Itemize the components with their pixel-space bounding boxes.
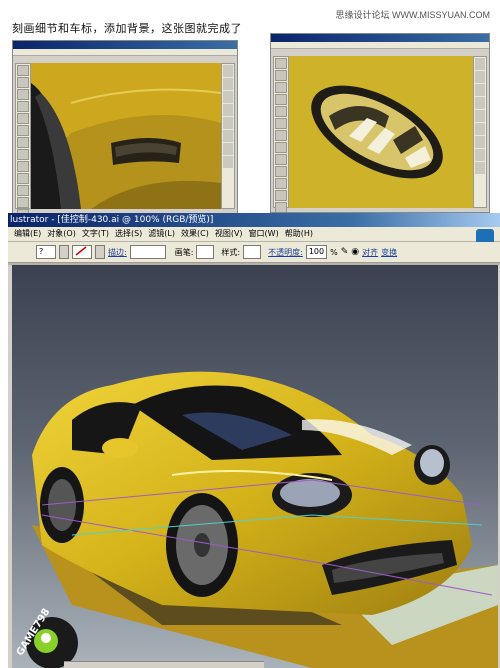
opacity-field[interactable]: 100 bbox=[305, 245, 328, 259]
menu-type[interactable]: 文字(T) bbox=[82, 227, 109, 241]
menu-view[interactable]: 视图(V) bbox=[215, 227, 243, 241]
artboard: GAME798 bbox=[12, 265, 498, 668]
tools-panel[interactable] bbox=[273, 56, 289, 212]
detail-screenshot-left bbox=[12, 40, 238, 214]
recolor-icon[interactable]: ✎ bbox=[341, 247, 349, 257]
watermark: 思缘设计论坛 WWW.MISSYUAN.COM bbox=[335, 10, 491, 20]
illustrator-window: lustrator - [佳控制-430.ai @ 100% (RGB/预览)]… bbox=[8, 213, 500, 668]
menu-edit[interactable]: 编辑(E) bbox=[14, 227, 41, 241]
tools-panel[interactable] bbox=[15, 63, 31, 213]
transform-link[interactable]: 变换 bbox=[381, 247, 397, 258]
fill-dropdown[interactable] bbox=[59, 245, 69, 259]
menu-filter[interactable]: 滤镜(L) bbox=[148, 227, 175, 241]
car-emblem-art bbox=[289, 56, 473, 208]
menu-window[interactable]: 窗口(W) bbox=[249, 227, 279, 241]
menu-effect[interactable]: 效果(C) bbox=[181, 227, 209, 241]
stroke-swatch[interactable] bbox=[72, 245, 92, 259]
title-bar bbox=[13, 41, 237, 49]
brush-label: 画笔: bbox=[174, 247, 194, 257]
taskbar bbox=[64, 661, 264, 668]
menu-object[interactable]: 对象(O) bbox=[47, 227, 76, 241]
artboard bbox=[289, 56, 473, 208]
menu-bar bbox=[13, 49, 237, 56]
style-label: 样式: bbox=[221, 247, 241, 257]
menu-bar: 编辑(E) 对象(O) 文字(T) 选择(S) 滤镜(L) 效果(C) 视图(V… bbox=[8, 227, 500, 242]
opacity-label[interactable]: 不透明度: bbox=[268, 247, 303, 258]
badge-screenshot-right bbox=[270, 33, 490, 213]
align-link[interactable]: 对齐 bbox=[362, 247, 378, 258]
menu-select[interactable]: 选择(S) bbox=[115, 227, 142, 241]
menu-bar bbox=[271, 42, 489, 49]
brush-field[interactable] bbox=[196, 245, 215, 259]
car-detail-art bbox=[31, 63, 221, 209]
menu-help[interactable]: 帮助(H) bbox=[285, 227, 313, 241]
stroke-dropdown[interactable] bbox=[95, 245, 105, 259]
side-panel[interactable] bbox=[473, 56, 487, 208]
window-title: lustrator - [佳控制-430.ai @ 100% (RGB/预览)] bbox=[8, 213, 500, 227]
control-bar: ? 描边: 画笔: 样式: 不透明度: 100 % ✎ ◉ 对齐 变换 bbox=[8, 242, 500, 263]
side-panel[interactable] bbox=[221, 63, 235, 209]
stroke-weight-field[interactable] bbox=[129, 245, 166, 259]
artboard bbox=[31, 63, 221, 209]
stroke-label[interactable]: 描边: bbox=[108, 247, 127, 258]
opacity-unit: % bbox=[330, 247, 338, 257]
none-slash-icon bbox=[75, 246, 87, 256]
porsche-illustration bbox=[12, 265, 498, 668]
style-field[interactable] bbox=[243, 245, 262, 259]
caption: 刻画细节和车标，添加背景，这张图就完成了 bbox=[12, 22, 242, 35]
align-icon[interactable]: ◉ bbox=[351, 247, 359, 257]
fill-swatch[interactable]: ? bbox=[36, 245, 56, 259]
title-bar bbox=[271, 34, 489, 42]
